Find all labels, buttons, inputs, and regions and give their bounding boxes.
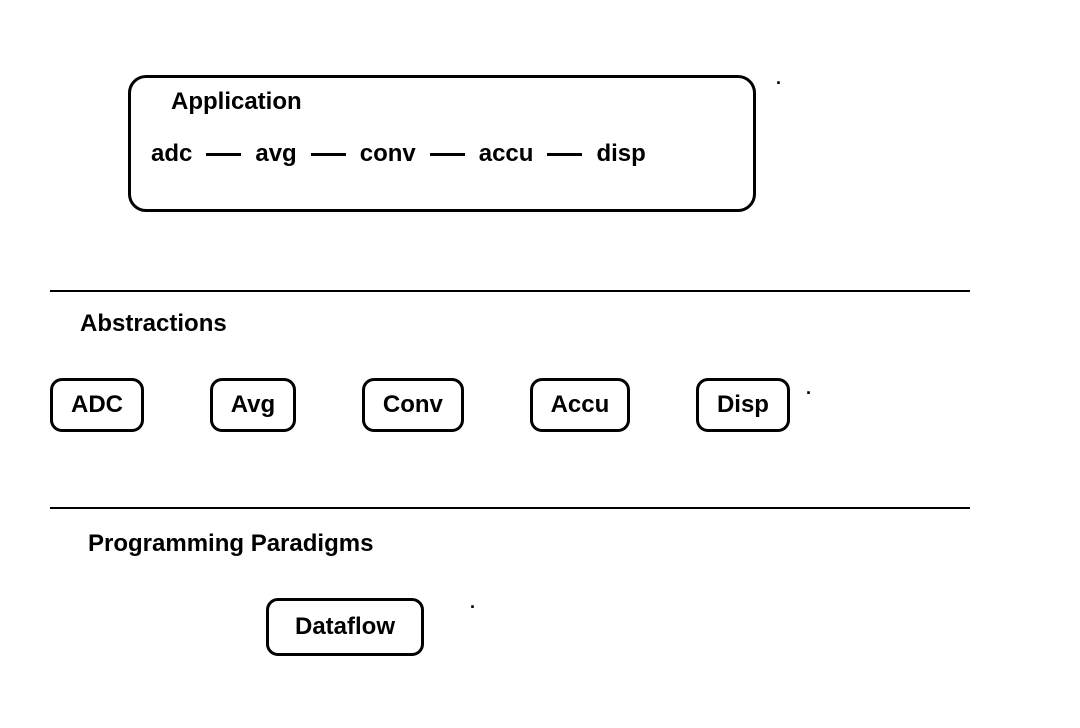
abstraction-box-avg: Avg [210, 378, 296, 432]
abstraction-box-accu: Accu [530, 378, 631, 432]
abstraction-box-conv: Conv [362, 378, 464, 432]
application-box: Application adc avg conv accu disp [128, 75, 756, 212]
section-divider [50, 290, 970, 292]
pipeline-node-accu: accu [479, 140, 534, 168]
marker-dot: . [806, 378, 811, 399]
marker-dot: . [470, 592, 475, 613]
connector-icon [430, 153, 465, 156]
abstraction-box-disp: Disp [696, 378, 790, 432]
pipeline-node-adc: adc [151, 140, 192, 168]
section-divider [50, 507, 970, 509]
paradigm-box-dataflow: Dataflow [266, 598, 424, 656]
pipeline-node-disp: disp [596, 140, 645, 168]
abstractions-title: Abstractions [80, 310, 227, 338]
paradigms-title: Programming Paradigms [88, 530, 373, 558]
pipeline-node-conv: conv [360, 140, 416, 168]
connector-icon [547, 153, 582, 156]
diagram-canvas: Application adc avg conv accu disp . Abs… [0, 0, 1080, 728]
application-title: Application [171, 88, 302, 116]
connector-icon [206, 153, 241, 156]
abstractions-row: ADC Avg Conv Accu Disp [50, 378, 790, 432]
marker-dot: . [776, 68, 781, 89]
application-pipeline: adc avg conv accu disp [151, 140, 646, 168]
pipeline-node-avg: avg [255, 140, 296, 168]
abstraction-box-adc: ADC [50, 378, 144, 432]
connector-icon [311, 153, 346, 156]
